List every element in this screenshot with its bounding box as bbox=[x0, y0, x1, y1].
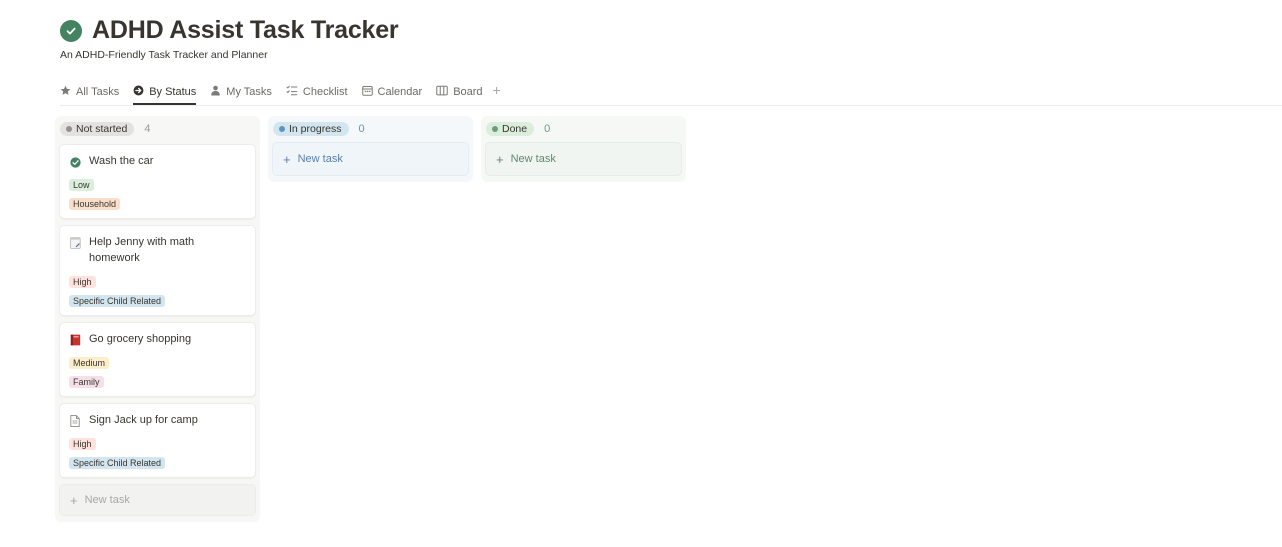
task-card[interactable]: Go grocery shopping Medium Family bbox=[59, 322, 256, 397]
category-tag: Family bbox=[69, 376, 104, 388]
task-card[interactable]: Help Jenny with math homework High Speci… bbox=[59, 225, 256, 316]
new-task-button[interactable]: + New task bbox=[272, 142, 469, 176]
column-done: Done 0 + New task bbox=[481, 116, 686, 182]
new-task-label: New task bbox=[510, 153, 556, 165]
tab-label: By Status bbox=[149, 85, 197, 98]
plus-icon: + bbox=[283, 151, 291, 167]
check-circle-icon bbox=[69, 156, 81, 168]
column-in-progress: In progress 0 + New task bbox=[268, 116, 473, 182]
page-title: ADHD Assist Task Tracker bbox=[92, 16, 399, 44]
tab-all-tasks[interactable]: All Tasks bbox=[60, 80, 119, 104]
tab-by-status[interactable]: By Status bbox=[133, 80, 197, 105]
tab-checklist[interactable]: Checklist bbox=[286, 80, 348, 104]
tab-label: Checklist bbox=[302, 86, 348, 98]
column-header: Done 0 bbox=[481, 116, 686, 142]
calendar-icon bbox=[361, 85, 373, 99]
column-count: 0 bbox=[544, 123, 551, 135]
column-header: In progress 0 bbox=[268, 116, 473, 142]
person-icon bbox=[210, 85, 221, 99]
status-arrow-icon bbox=[133, 85, 144, 99]
board-icon bbox=[436, 85, 448, 99]
new-task-label: New task bbox=[297, 153, 343, 165]
document-icon bbox=[69, 415, 81, 427]
new-task-button[interactable]: + New task bbox=[485, 142, 682, 176]
tab-my-tasks[interactable]: My Tasks bbox=[210, 80, 272, 104]
column-not-started: Not started 4 Wash the car Low Household bbox=[55, 116, 260, 522]
category-tag: Specific Child Related bbox=[69, 457, 166, 469]
plus-icon: + bbox=[70, 492, 78, 508]
tab-board[interactable]: Board bbox=[436, 80, 483, 104]
tab-label: Calendar bbox=[377, 86, 423, 98]
new-task-label: New task bbox=[84, 494, 130, 506]
task-card[interactable]: Sign Jack up for camp High Specific Chil… bbox=[59, 403, 256, 478]
view-tabs: All Tasks By Status My Tasks Checklist C… bbox=[60, 80, 1282, 106]
task-title: Sign Jack up for camp bbox=[89, 414, 198, 426]
status-badge[interactable]: Not started bbox=[60, 122, 135, 136]
new-task-button[interactable]: + New task bbox=[59, 484, 256, 516]
status-label: In progress bbox=[289, 123, 342, 135]
star-icon bbox=[60, 85, 71, 99]
status-dot bbox=[66, 126, 72, 132]
tab-label: My Tasks bbox=[226, 86, 272, 98]
tab-label: All Tasks bbox=[76, 86, 120, 98]
status-dot bbox=[279, 126, 285, 132]
task-title: Wash the car bbox=[89, 155, 154, 167]
plus-icon: + bbox=[496, 151, 504, 167]
priority-tag: Low bbox=[69, 179, 94, 191]
task-card[interactable]: Wash the car Low Household bbox=[59, 144, 256, 219]
tab-calendar[interactable]: Calendar bbox=[361, 80, 423, 104]
column-count: 0 bbox=[358, 123, 365, 135]
tab-label: Board bbox=[453, 86, 483, 98]
priority-tag: High bbox=[69, 438, 96, 450]
priority-tag: High bbox=[69, 276, 96, 288]
status-label: Done bbox=[502, 123, 528, 135]
page-header: ADHD Assist Task Tracker An ADHD-Friendl… bbox=[60, 16, 399, 61]
check-circle-icon bbox=[60, 19, 82, 42]
page-subtitle: An ADHD-Friendly Task Tracker and Planne… bbox=[60, 49, 268, 61]
status-badge[interactable]: Done bbox=[486, 122, 535, 136]
kanban-board: Not started 4 Wash the car Low Household bbox=[55, 116, 686, 522]
column-header: Not started 4 bbox=[55, 116, 260, 142]
column-count: 4 bbox=[144, 123, 151, 135]
priority-tag: Medium bbox=[69, 357, 110, 369]
task-title: Help Jenny with math homework bbox=[89, 236, 195, 264]
status-badge[interactable]: In progress bbox=[273, 122, 349, 136]
checklist-icon bbox=[286, 85, 298, 99]
red-book-icon bbox=[69, 334, 81, 346]
add-view-button[interactable]: + bbox=[493, 80, 501, 100]
category-tag: Household bbox=[69, 198, 121, 210]
category-tag: Specific Child Related bbox=[69, 295, 166, 307]
task-title: Go grocery shopping bbox=[89, 333, 192, 345]
status-label: Not started bbox=[76, 123, 128, 135]
status-dot bbox=[492, 126, 498, 132]
notepad-icon bbox=[69, 237, 81, 249]
